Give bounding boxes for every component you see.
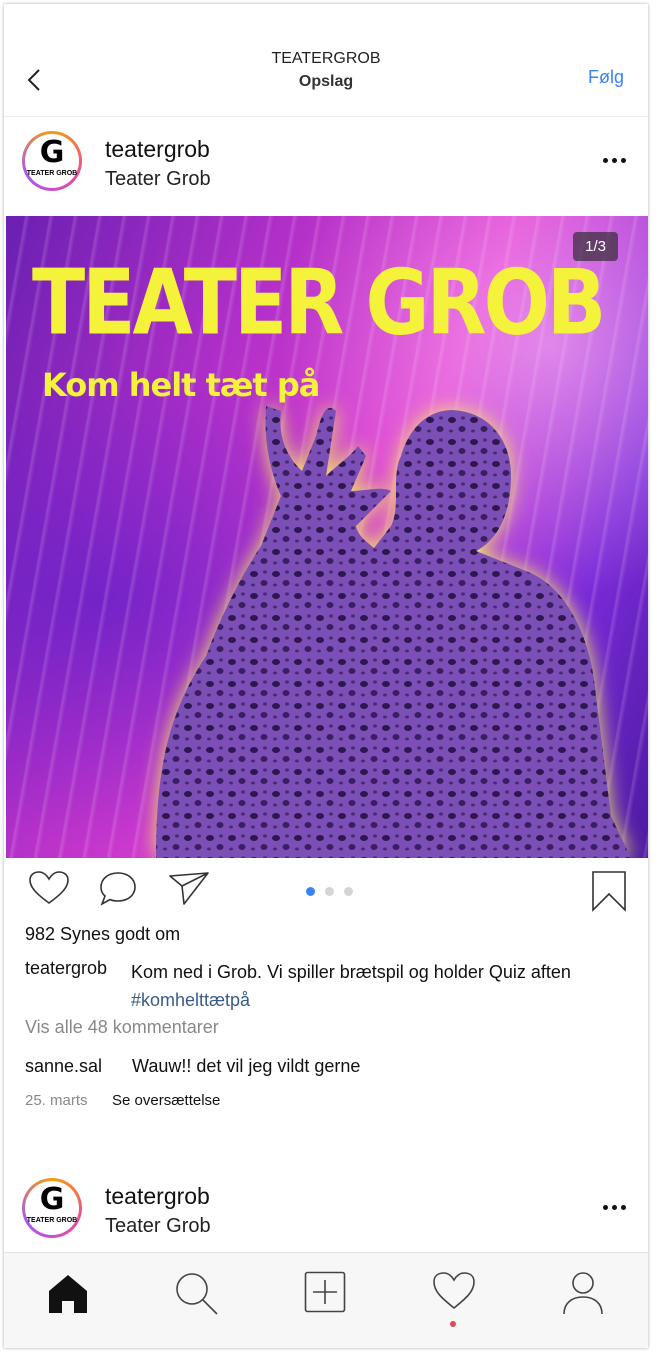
avatar-inner: G TEATER GROB (25, 1181, 79, 1235)
page-subtitle: Opslag (298, 73, 354, 90)
see-translation-link[interactable]: Se oversættelse (112, 1092, 220, 1109)
avatar-inner: G TEATER GROB (25, 134, 79, 188)
tab-search[interactable] (174, 1271, 220, 1322)
avatar-logo-text: TEATER GROB (26, 1217, 78, 1224)
next-post-username[interactable]: teatergrob (105, 1183, 210, 1210)
top-navigation-bar: TEATERGROB Opslag Følg (4, 4, 648, 116)
more-options-button[interactable] (603, 1205, 626, 1210)
comment-username[interactable]: sanne.sal (25, 1056, 102, 1077)
image-tagline: Kom helt tæt på (42, 366, 320, 404)
logo-icon: G (39, 135, 65, 170)
avatar-logo-text: TEATER GROB (26, 170, 78, 177)
avatar[interactable]: G TEATER GROB (22, 1178, 82, 1238)
bottom-tab-bar (4, 1252, 648, 1348)
comment-date: 25. marts (25, 1092, 88, 1109)
search-icon (176, 1273, 218, 1315)
like-button[interactable] (28, 870, 70, 911)
divider (4, 116, 648, 117)
save-button[interactable] (591, 870, 627, 917)
dot (603, 1205, 608, 1210)
caption-text: Kom ned i Grob. Vi spiller brætspil og h… (131, 962, 571, 982)
likes-count[interactable]: 982 Synes godt om (25, 924, 180, 945)
follow-button[interactable]: Følg (588, 67, 624, 88)
share-button[interactable] (168, 870, 210, 911)
dot (621, 1205, 626, 1210)
heart-icon (29, 871, 69, 904)
caption: Kom ned i Grob. Vi spiller brætspil og h… (131, 958, 631, 1014)
instagram-post-screen: TEATERGROB Opslag Følg G TEATER GROB tea… (4, 4, 648, 1348)
send-icon (169, 872, 209, 905)
dot (612, 158, 617, 163)
comment-text: Wauw!! det vil jeg vildt gerne (132, 1056, 361, 1076)
logo-icon: G (39, 1182, 65, 1217)
account-title: TEATERGROB (271, 50, 381, 67)
view-all-comments-link[interactable]: Vis alle 48 kommentarer (25, 1017, 219, 1038)
dot (603, 158, 608, 163)
post-action-bar (4, 860, 648, 920)
post-header: G TEATER GROB teatergrob Teater Grob (4, 120, 648, 210)
carousel-dot (325, 887, 334, 896)
tab-profile[interactable] (562, 1271, 604, 1320)
next-post-header: G TEATER GROB teatergrob Teater Grob (4, 1167, 648, 1257)
comment-icon (100, 872, 136, 906)
caption-hashtag[interactable]: #komhelttætpå (131, 990, 250, 1010)
carousel-dot (344, 887, 353, 896)
dot (612, 1205, 617, 1210)
comment-button[interactable] (98, 870, 138, 913)
add-icon (304, 1271, 346, 1313)
carousel-indicator (306, 887, 353, 896)
tab-home[interactable] (46, 1271, 90, 1320)
more-options-button[interactable] (603, 158, 626, 163)
post-username[interactable]: teatergrob (105, 136, 210, 163)
bookmark-icon (592, 871, 626, 912)
dot (621, 158, 626, 163)
profile-icon (563, 1272, 603, 1315)
carousel-dot-active (306, 887, 315, 896)
heart-icon (433, 1272, 475, 1310)
image-headline: TEATER GROB (32, 252, 606, 356)
carousel-counter: 1/3 (573, 232, 618, 261)
caption-username[interactable]: teatergrob (25, 958, 107, 979)
home-icon (49, 1275, 87, 1313)
avatar[interactable]: G TEATER GROB (22, 131, 82, 191)
tab-activity[interactable] (432, 1271, 476, 1316)
post-fullname: Teater Grob (105, 168, 211, 190)
tab-add-post[interactable] (304, 1271, 346, 1318)
next-post-fullname: Teater Grob (105, 1215, 211, 1237)
post-image[interactable]: TEATER GROB Kom helt tæt på 1/3 (6, 216, 648, 858)
notification-dot (450, 1321, 456, 1327)
